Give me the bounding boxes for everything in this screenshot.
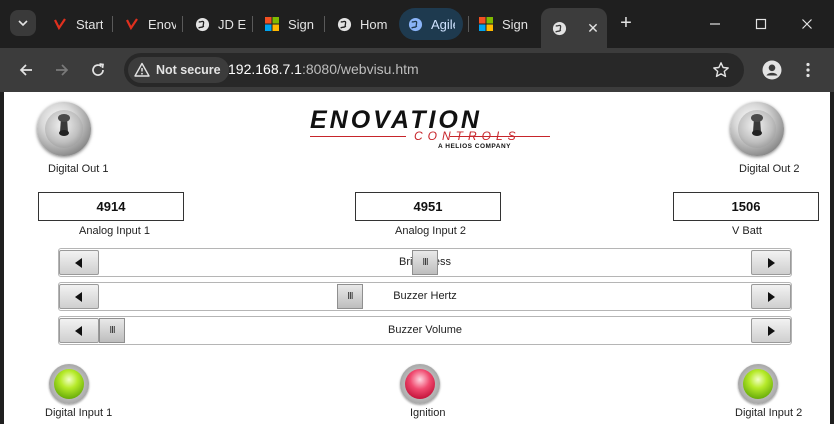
digital-out-1-switch[interactable] [37,102,91,156]
buzzer-hertz-caption: Buzzer Hertz [393,290,457,302]
triangle-left-icon [75,257,82,268]
ignition-lamp [400,364,440,404]
digital-out-2-label: Digital Out 2 [739,163,800,175]
tab-start[interactable]: Start [52,8,110,40]
triangle-left-icon [75,291,82,302]
profile-button[interactable] [760,58,784,82]
tab-enov[interactable]: Enov [124,8,176,40]
webvisu-page: Digital Out 1 ENOVATION CONTROLS A HELIO… [4,92,830,424]
warning-icon [134,62,150,77]
chevron-down-icon [18,20,28,27]
tab-separator [182,16,183,32]
more-vertical-icon [806,62,810,78]
analog-input-1-label: Analog Input 1 [79,225,150,237]
avatar-icon [762,60,782,80]
brightness-slider-thumb[interactable]: III [412,250,438,275]
close-tab-icon[interactable]: ✕ [585,20,601,37]
tab-active[interactable]: ✕ [541,8,607,48]
new-tab-button[interactable]: + [615,12,637,34]
digital-out-2-switch[interactable] [730,102,784,156]
microsoft-icon [478,16,494,32]
analog-input-2-label: Analog Input 2 [395,225,466,237]
toggle-lever-icon [751,114,763,136]
brightness-increase-button[interactable] [751,250,791,275]
tab-sign-1[interactable]: Sign [264,8,320,40]
browser-toolbar: Not secure 192.168.7.1:8080/webvisu.htm [0,48,834,92]
v-batt-value: 1506 [673,192,819,221]
close-icon [802,19,812,29]
forward-button[interactable] [50,58,74,82]
buzzer-volume-slider[interactable]: Buzzer Volume III [58,316,792,345]
digital-input-2-lamp [738,364,778,404]
digital-out-1-label: Digital Out 1 [48,163,109,175]
digital-input-1-lamp [49,364,89,404]
arrow-left-icon [19,64,32,76]
triangle-right-icon [768,325,775,336]
v-batt-label: V Batt [732,225,762,237]
buzzer-volume-increase-button[interactable] [751,318,791,343]
buzzer-hertz-slider-thumb[interactable]: III [336,284,363,309]
tab-separator [324,16,325,32]
triangle-left-icon [75,325,82,336]
buzzer-hertz-slider[interactable]: Buzzer Hertz III [58,282,792,311]
address-bar[interactable]: Not secure 192.168.7.1:8080/webvisu.htm [124,53,744,87]
maximize-icon [755,18,767,30]
logo-accent-bar [450,136,550,137]
buzzer-volume-slider-thumb[interactable]: III [99,318,125,343]
red-lamp-icon [405,369,435,399]
tab-home[interactable]: Hom [336,8,392,40]
analog-input-2-value: 4951 [355,192,501,221]
brightness-slider[interactable]: Brightness III [58,248,792,277]
minimize-icon [710,23,720,25]
tab-sign-2[interactable]: Sign [478,8,534,40]
buzzer-volume-decrease-button[interactable] [59,318,99,343]
bookmark-star-icon[interactable] [712,61,730,79]
enovation-icon [52,16,68,32]
brightness-decrease-button[interactable] [59,250,99,275]
maximize-button[interactable] [749,12,773,36]
tab-jd[interactable]: JD E [194,8,246,40]
ignition-label: Ignition [410,407,446,419]
globe-icon [194,16,210,32]
back-button[interactable] [14,58,38,82]
logo-accent-bar [310,136,406,137]
minimize-button[interactable] [703,12,727,36]
enovation-logo: ENOVATION CONTROLS A HELIOS COMPANY [310,106,550,154]
reload-button[interactable] [86,58,110,82]
buzzer-hertz-decrease-button[interactable] [59,284,99,309]
tab-agile[interactable]: Agile [399,8,463,40]
green-lamp-icon [743,369,773,399]
tab-separator [112,16,113,32]
reload-icon [92,63,104,76]
toggle-lever-icon [58,114,70,136]
url-text[interactable]: 192.168.7.1:8080/webvisu.htm [228,61,419,77]
microsoft-icon [264,16,280,32]
green-lamp-icon [54,369,84,399]
security-chip[interactable]: Not secure [128,57,229,83]
digital-input-1-label: Digital Input 1 [45,407,113,419]
tab-search-button[interactable] [10,10,36,36]
buzzer-hertz-increase-button[interactable] [751,284,791,309]
tab-separator [252,16,253,32]
analog-input-1-value: 4914 [38,192,184,221]
security-label: Not secure [156,63,221,77]
triangle-right-icon [768,291,775,302]
globe-icon [407,16,423,32]
globe-icon [551,20,567,36]
close-window-button[interactable] [795,12,819,36]
browser-menu-button[interactable] [796,58,820,82]
tab-strip: Start Enov JD E Sign Hom Agile Sign ✕ + [0,0,834,48]
tab-separator [468,16,469,32]
triangle-right-icon [768,257,775,268]
buzzer-volume-caption: Buzzer Volume [388,324,462,336]
globe-icon [336,16,352,32]
enovation-icon [124,16,140,32]
arrow-right-icon [56,64,69,76]
digital-input-2-label: Digital Input 2 [735,407,803,419]
